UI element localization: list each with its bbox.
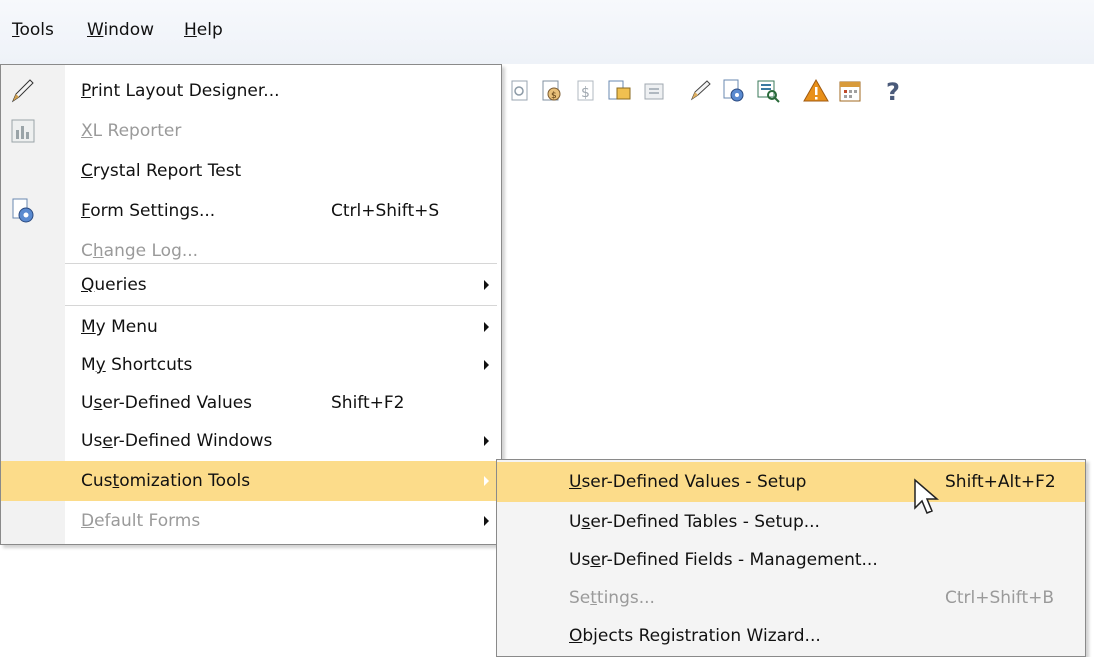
menu-tools[interactable]: Tools [12,20,54,40]
submenu-arrow-icon [484,516,489,526]
submenu-arrow-icon [484,476,489,486]
menu-window-mnemonic: W [87,20,104,40]
pencil-icon[interactable] [685,76,715,106]
submenu-arrow-icon [484,436,489,446]
menu-item-customization-tools[interactable]: Customization Tools [1,461,501,501]
submenu-arrow-icon [484,280,489,290]
menu-item-label: Customization Tools [81,471,251,491]
menu-help[interactable]: Help [184,20,223,40]
menu-item-label: Form Settings... [81,201,216,221]
menu-item-udt-setup[interactable]: User-Defined Tables - Setup... [497,502,1085,542]
menu-item-my-shortcuts[interactable]: My Shortcuts [1,345,501,385]
help-icon[interactable]: ? [879,76,909,106]
menu-item-print-layout-designer[interactable]: Print Layout Designer... [1,71,501,111]
menu-item-crystal-report-test[interactable]: Crystal Report Test [1,151,501,191]
menu-item-user-defined-values[interactable]: User-Defined Values Shift+F2 [1,383,501,423]
menu-bar: Tools Window Help [0,0,1094,64]
menu-item-objects-registration-wizard[interactable]: Objects Registration Wizard... [497,616,1085,656]
menu-item-label: Settings... [569,588,655,608]
menu-window[interactable]: Window [87,20,154,40]
menu-item-label: My Shortcuts [81,355,193,375]
menu-item-shortcut: Ctrl+Shift+B [945,588,1055,608]
cost-doc-icon[interactable]: $ [537,76,567,106]
xl-reporter-icon [9,117,37,145]
preview-icon[interactable] [753,76,783,106]
menu-item-queries[interactable]: Queries [1,265,501,305]
menu-item-label: Queries [81,275,147,295]
menu-help-label: elp [196,20,223,40]
submenu-arrow-icon [484,322,489,332]
menu-item-user-defined-windows[interactable]: User-Defined Windows [1,421,501,461]
menu-item-udf-management[interactable]: User-Defined Fields - Management... [497,540,1085,580]
calendar-icon[interactable] [835,76,865,106]
menu-item-shortcut: Shift+Alt+F2 [945,472,1056,492]
menu-item-label: User-Defined Windows [81,431,273,451]
menu-item-label: User-Defined Tables - Setup... [569,512,820,532]
toolbar: $ $ ? [505,76,1065,112]
menu-item-label: Default Forms [81,511,201,531]
submenu-arrow-icon [484,360,489,370]
menu-item-label: User-Defined Values - Setup [569,472,807,492]
menu-item-label: My Menu [81,317,158,337]
menu-item-udv-setup[interactable]: User-Defined Values - Setup Shift+Alt+F2 [497,462,1085,502]
refresh-doc-icon[interactable] [505,76,535,106]
svg-text:$: $ [581,85,590,101]
menu-item-form-settings[interactable]: Form Settings... Ctrl+Shift+S [1,191,501,231]
mouse-cursor-icon [913,478,943,518]
menu-separator [65,305,497,306]
menu-item-shortcut: Ctrl+Shift+S [331,201,440,221]
svg-text:$: $ [551,91,557,101]
menu-item-shortcut: Shift+F2 [331,393,405,413]
tools-menu: Print Layout Designer... XL Reporter Cry… [0,64,502,545]
customization-tools-submenu: User-Defined Values - Setup Shift+Alt+F2… [496,459,1086,657]
form-settings-icon [9,197,37,225]
menu-window-label: indow [103,20,155,40]
menu-item-settings[interactable]: Settings... Ctrl+Shift+B [497,578,1085,618]
menu-item-label: User-Defined Fields - Management... [569,550,878,570]
warning-icon[interactable] [801,76,831,106]
menu-help-mnemonic: H [184,20,197,40]
menu-tools-label: ools [19,20,54,40]
pound-doc-icon[interactable]: $ [571,76,601,106]
menu-item-xl-reporter[interactable]: XL Reporter [1,111,501,151]
menu-tools-mnemonic: T [12,20,20,40]
menu-item-my-menu[interactable]: My Menu [1,307,501,347]
folder-icon[interactable] [639,76,669,106]
menu-item-label: User-Defined Values [81,393,253,413]
menu-item-label: Crystal Report Test [81,161,242,181]
menu-item-default-forms[interactable]: Default Forms [1,501,501,541]
menu-item-label: Print Layout Designer... [81,81,280,101]
stack-doc-icon[interactable] [605,76,635,106]
menu-item-label: Objects Registration Wizard... [569,626,821,646]
gear-doc-icon[interactable] [719,76,749,106]
svg-text:?: ? [886,78,900,104]
pencil-icon [9,77,37,105]
menu-separator [65,263,497,264]
menu-item-label: XL Reporter [81,121,182,141]
